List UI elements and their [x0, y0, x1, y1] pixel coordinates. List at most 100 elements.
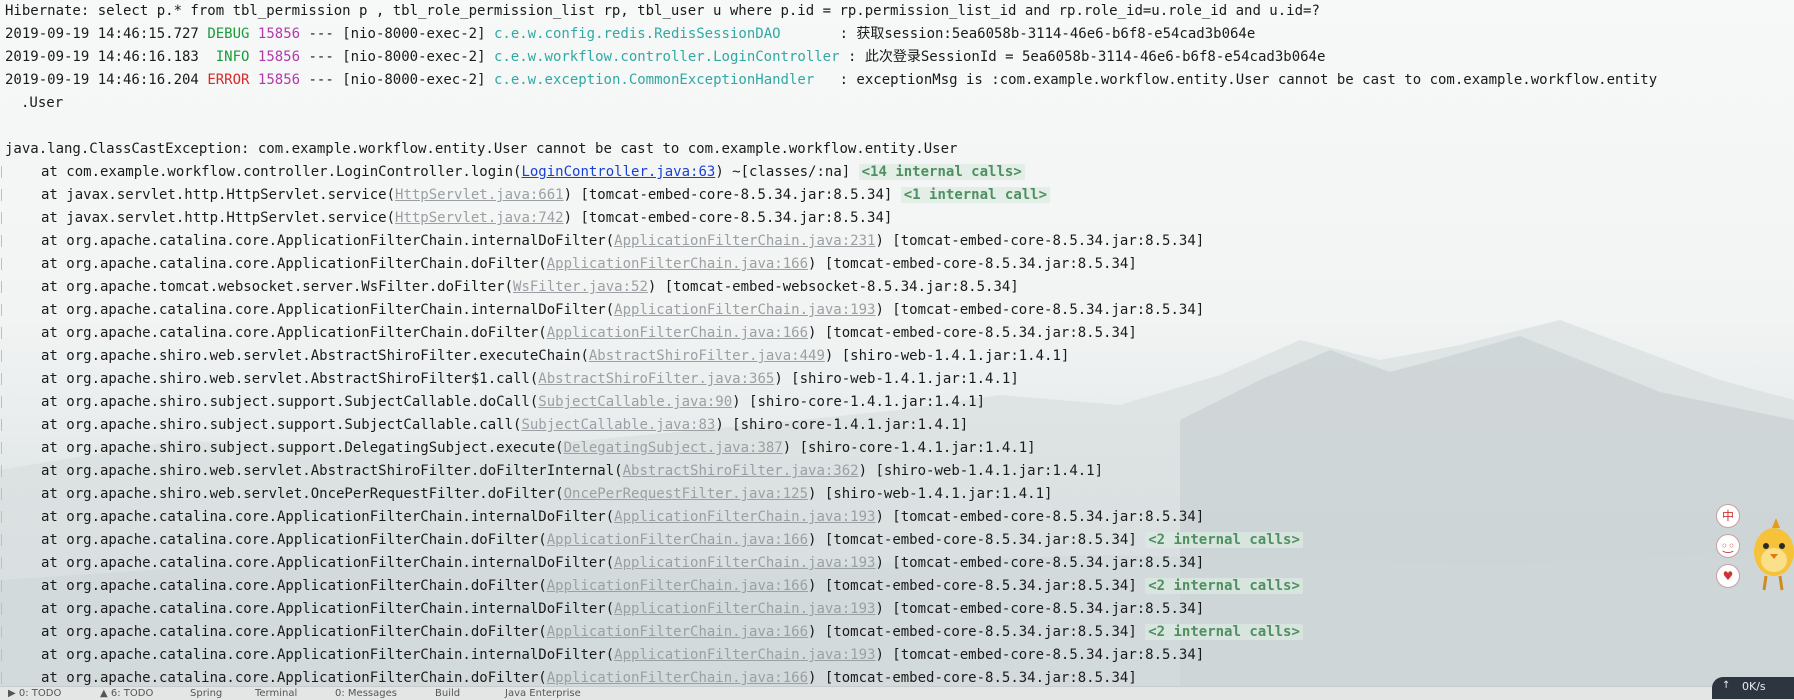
status-item[interactable]: Terminal — [255, 688, 297, 699]
source-link[interactable]: DelegatingSubject.java:387 — [564, 440, 783, 456]
source-link[interactable]: ApplicationFilterChain.java:193 — [614, 601, 875, 617]
log-separator: --- — [308, 72, 334, 88]
gutter-marker — [1, 258, 5, 270]
log-datetime: 2019-09-19 14:46:16.204 — [5, 72, 199, 88]
frame-method: at org.apache.shiro.subject.support.Subj… — [41, 394, 539, 410]
source-link[interactable]: WsFilter.java:52 — [513, 279, 648, 295]
stack-frame: at org.apache.catalina.core.ApplicationF… — [0, 598, 1794, 621]
log-logger[interactable]: c.e.w.config.redis.RedisSessionDAO — [494, 26, 781, 42]
log-logger[interactable]: c.e.w.workflow.controller.LoginControlle… — [494, 49, 840, 65]
frame-method: at org.apache.catalina.core.ApplicationF… — [41, 532, 547, 548]
frame-method: at org.apache.shiro.subject.support.Subj… — [41, 417, 522, 433]
source-link[interactable]: ApplicationFilterChain.java:231 — [614, 233, 875, 249]
log-entry-line: 2019-09-19 14:46:16.204 ERROR 15856 --- … — [0, 69, 1794, 92]
log-separator: --- — [308, 49, 334, 65]
status-item[interactable]: ▶ 0: TODO — [8, 688, 61, 699]
status-item[interactable]: 0: Messages — [335, 688, 397, 699]
stack-frame: at org.apache.shiro.subject.support.Subj… — [0, 414, 1794, 437]
stack-frame: at org.apache.catalina.core.ApplicationF… — [0, 644, 1794, 667]
source-link[interactable]: HttpServlet.java:742 — [395, 210, 564, 226]
source-link[interactable]: AbstractShiroFilter.java:449 — [589, 348, 825, 364]
source-link[interactable]: ApplicationFilterChain.java:193 — [614, 555, 875, 571]
frame-method: at org.apache.catalina.core.ApplicationF… — [41, 302, 615, 318]
skin-button[interactable]: ♥ — [1716, 564, 1740, 588]
source-link[interactable]: ApplicationFilterChain.java:166 — [547, 578, 808, 594]
source-link[interactable]: AbstractShiroFilter.java:362 — [623, 463, 859, 479]
internal-calls-fold[interactable]: <2 internal calls> — [1145, 624, 1303, 640]
console-output[interactable]: Hibernate: select p.* from tbl_permissio… — [0, 0, 1794, 690]
gutter-marker — [1, 419, 5, 431]
frame-method: at javax.servlet.http.HttpServlet.servic… — [41, 187, 396, 203]
gutter-marker — [1, 442, 5, 454]
stack-frame: at org.apache.shiro.web.servlet.Abstract… — [0, 460, 1794, 483]
frame-location: ) [tomcat-embed-core-8.5.34.jar:8.5.34] — [808, 325, 1137, 341]
status-item[interactable]: Java Enterprise — [505, 688, 581, 699]
gutter-marker — [1, 327, 5, 339]
frame-method: at org.apache.catalina.core.ApplicationF… — [41, 624, 547, 640]
source-link[interactable]: LoginController.java:63 — [521, 164, 715, 180]
frame-location: ) [shiro-core-1.4.1.jar:1.4.1] — [732, 394, 986, 410]
frame-method: at org.apache.catalina.core.ApplicationF… — [41, 647, 615, 663]
source-link[interactable]: ApplicationFilterChain.java:166 — [547, 624, 808, 640]
frame-location: ) [shiro-core-1.4.1.jar:1.4.1] — [715, 417, 969, 433]
gutter-marker — [1, 488, 5, 500]
log-logger[interactable]: c.e.w.exception.CommonExceptionHandler — [494, 72, 814, 88]
source-link[interactable]: ApplicationFilterChain.java:166 — [547, 256, 808, 272]
stack-frame: at org.apache.catalina.core.ApplicationF… — [0, 529, 1794, 552]
status-bar: ▶ 0: TODO ▲ 6: TODO Spring Terminal 0: M… — [0, 686, 1794, 700]
stack-frame: at org.apache.catalina.core.ApplicationF… — [0, 322, 1794, 345]
stack-frame: at org.apache.shiro.web.servlet.Abstract… — [0, 368, 1794, 391]
frame-location: ) [tomcat-embed-core-8.5.34.jar:8.5.34] — [875, 302, 1205, 318]
log-level: INFO — [215, 49, 250, 65]
stack-trace: at com.example.workflow.controller.Login… — [0, 161, 1794, 690]
frame-location: ) [tomcat-embed-core-8.5.34.jar:8.5.34] — [808, 624, 1146, 640]
emoji-button[interactable]: ◦͜◦ — [1716, 534, 1740, 558]
frame-location: ) [tomcat-embed-core-8.5.34.jar:8.5.34] — [808, 670, 1137, 686]
internal-calls-fold[interactable]: <2 internal calls> — [1145, 532, 1303, 548]
log-pid: 15856 — [257, 72, 301, 88]
source-link[interactable]: ApplicationFilterChain.java:166 — [547, 670, 808, 686]
frame-location: ) [shiro-web-1.4.1.jar:1.4.1] — [824, 348, 1070, 364]
gutter-marker — [1, 511, 5, 523]
log-datetime: 2019-09-19 14:46:16.183 — [5, 49, 199, 65]
stack-frame: at org.apache.catalina.core.ApplicationF… — [0, 621, 1794, 644]
gutter-marker — [1, 212, 5, 224]
source-link[interactable]: ApplicationFilterChain.java:193 — [614, 647, 875, 663]
source-link[interactable]: ApplicationFilterChain.java:193 — [614, 302, 875, 318]
status-item[interactable]: Spring — [190, 688, 222, 699]
network-speed-widget[interactable]: ↑ 0K/s — [1712, 677, 1794, 699]
log-entry-line: 2019-09-19 14:46:15.727 DEBUG 15856 --- … — [0, 23, 1794, 46]
source-link[interactable]: SubjectCallable.java:83 — [521, 417, 715, 433]
source-link[interactable]: ApplicationFilterChain.java:193 — [614, 509, 875, 525]
frame-location: ) [tomcat-embed-core-8.5.34.jar:8.5.34] — [808, 532, 1146, 548]
hibernate-sql-line: Hibernate: select p.* from tbl_permissio… — [5, 3, 1320, 19]
chinese-input-icon[interactable]: 中 — [1716, 504, 1740, 528]
status-item[interactable]: ▲ 6: TODO — [100, 688, 153, 699]
stack-frame: at org.apache.shiro.subject.support.Dele… — [0, 437, 1794, 460]
stack-frame: at org.apache.catalina.core.ApplicationF… — [0, 253, 1794, 276]
internal-calls-fold[interactable]: <14 internal calls> — [858, 164, 1025, 180]
source-link[interactable]: OncePerRequestFilter.java:125 — [564, 486, 808, 502]
frame-method: at org.apache.catalina.core.ApplicationF… — [41, 256, 547, 272]
frame-location: ) [shiro-web-1.4.1.jar:1.4.1] — [858, 463, 1104, 479]
stack-frame: at org.apache.catalina.core.ApplicationF… — [0, 230, 1794, 253]
source-link[interactable]: ApplicationFilterChain.java:166 — [547, 325, 808, 341]
source-link[interactable]: ApplicationFilterChain.java:166 — [547, 532, 808, 548]
source-link[interactable]: HttpServlet.java:661 — [395, 187, 564, 203]
frame-method: at org.apache.tomcat.websocket.server.Ws… — [41, 279, 514, 295]
internal-calls-fold[interactable]: <2 internal calls> — [1145, 578, 1303, 594]
frame-method: at org.apache.catalina.core.ApplicationF… — [41, 601, 615, 617]
internal-calls-fold[interactable]: <1 internal call> — [900, 187, 1051, 203]
status-item[interactable]: Build — [435, 688, 460, 699]
gutter-marker — [1, 304, 5, 316]
frame-location: ) [tomcat-embed-core-8.5.34.jar:8.5.34] — [563, 210, 893, 226]
stack-frame: at org.apache.tomcat.websocket.server.Ws… — [0, 276, 1794, 299]
frame-method: at com.example.workflow.controller.Login… — [41, 164, 522, 180]
frame-method: at org.apache.shiro.web.servlet.Abstract… — [41, 463, 623, 479]
exception-line: java.lang.ClassCastException: com.exampl… — [5, 141, 958, 157]
source-link[interactable]: AbstractShiroFilter.java:365 — [538, 371, 774, 387]
gutter-marker — [1, 235, 5, 247]
frame-method: at org.apache.shiro.web.servlet.Abstract… — [41, 348, 589, 364]
frame-method: at org.apache.catalina.core.ApplicationF… — [41, 325, 547, 341]
source-link[interactable]: SubjectCallable.java:90 — [538, 394, 732, 410]
